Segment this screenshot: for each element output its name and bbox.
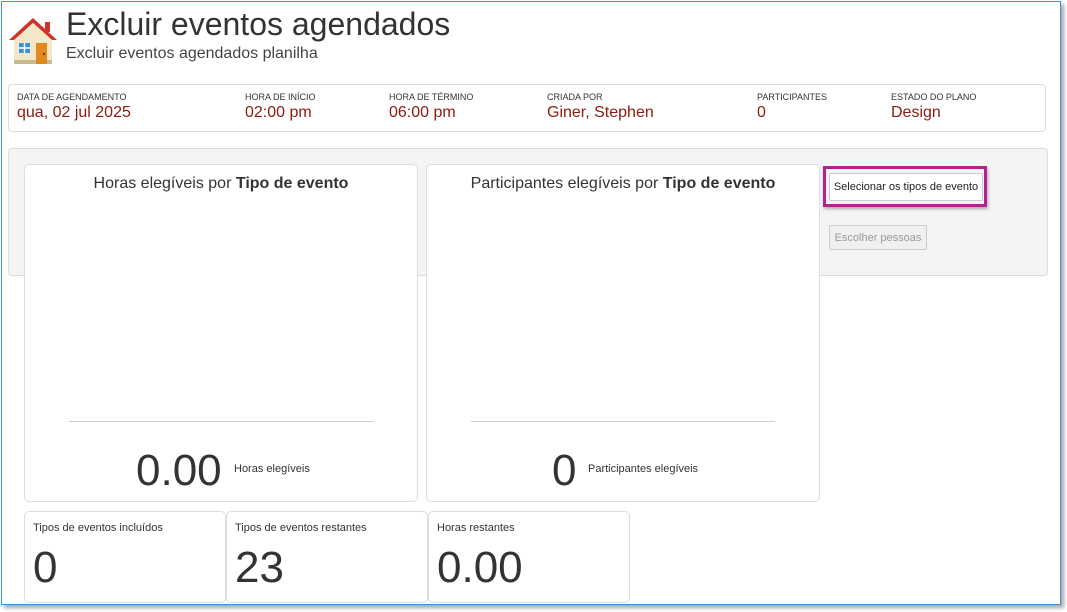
remaining-event-types-card: Tipos de eventos restantes 23 — [226, 511, 428, 603]
card-title: Participantes elegíveis por Tipo de even… — [427, 175, 819, 193]
info-label: HORA DE INÍCIO — [245, 92, 316, 102]
card-title-text: Horas elegíveis por — [93, 175, 236, 192]
card-title-bold: Tipo de evento — [235, 175, 349, 192]
eligible-participants-caption: Participantes elegíveis — [588, 463, 699, 475]
info-label: PARTICIPANTES — [757, 92, 828, 102]
select-event-types-button[interactable]: Selecionar os tipos de evento — [829, 173, 983, 201]
eligible-hours-caption: Horas elegíveis — [234, 463, 310, 475]
card-title-text: Participantes elegíveis por — [470, 175, 663, 192]
page-subtitle: Excluir eventos agendados planilha — [66, 45, 318, 62]
info-label: CRIADA POR — [547, 92, 603, 102]
info-value: 02:00 pm — [245, 104, 312, 121]
info-plan-state: ESTADO DO PLANO Design — [891, 92, 976, 122]
chart-baseline — [69, 421, 373, 422]
app-window: Excluir eventos agendados Excluir evento… — [1, 1, 1061, 605]
card-title: Horas elegíveis por Tipo de evento — [25, 175, 417, 193]
chart-baseline — [471, 421, 775, 422]
stat-value: 0 — [33, 543, 58, 592]
info-value: qua, 02 jul 2025 — [17, 104, 131, 121]
info-participants: PARTICIPANTES 0 — [757, 92, 827, 122]
remaining-hours-card: Horas restantes 0.00 — [428, 511, 630, 603]
eligible-hours-value: 0.00 — [136, 446, 222, 495]
info-start-time: HORA DE INÍCIO 02:00 pm — [245, 92, 316, 122]
info-label: DATA DE AGENDAMENTO — [17, 92, 127, 102]
info-value: Giner, Stephen — [547, 104, 654, 121]
house-icon — [9, 18, 57, 64]
info-value: Design — [891, 104, 941, 121]
stat-label: Horas restantes — [437, 522, 515, 534]
included-event-types-card: Tipos de eventos incluídos 0 — [24, 511, 226, 603]
page-title: Excluir eventos agendados — [66, 6, 451, 42]
schedule-info-bar: DATA DE AGENDAMENTO qua, 02 jul 2025 HOR… — [8, 84, 1046, 132]
info-end-time: HORA DE TÉRMINO 06:00 pm — [389, 92, 473, 122]
hours-by-event-type-card: Horas elegíveis por Tipo de evento 0.00 … — [24, 164, 418, 502]
participants-by-event-type-card: Participantes elegíveis por Tipo de even… — [426, 164, 820, 502]
choose-people-button[interactable]: Escolher pessoas — [829, 225, 927, 250]
info-label: ESTADO DO PLANO — [891, 92, 977, 102]
stat-value: 0.00 — [437, 543, 523, 592]
eligible-participants-value: 0 — [552, 446, 577, 495]
stat-label: Tipos de eventos incluídos — [33, 522, 163, 534]
stat-value: 23 — [235, 543, 284, 592]
info-value: 0 — [757, 104, 766, 121]
stat-label: Tipos de eventos restantes — [235, 522, 367, 534]
info-value: 06:00 pm — [389, 104, 456, 121]
info-schedule-date: DATA DE AGENDAMENTO qua, 02 jul 2025 — [17, 92, 131, 122]
info-created-by: CRIADA POR Giner, Stephen — [547, 92, 654, 122]
info-label: HORA DE TÉRMINO — [389, 92, 474, 102]
card-title-bold: Tipo de evento — [662, 175, 776, 192]
